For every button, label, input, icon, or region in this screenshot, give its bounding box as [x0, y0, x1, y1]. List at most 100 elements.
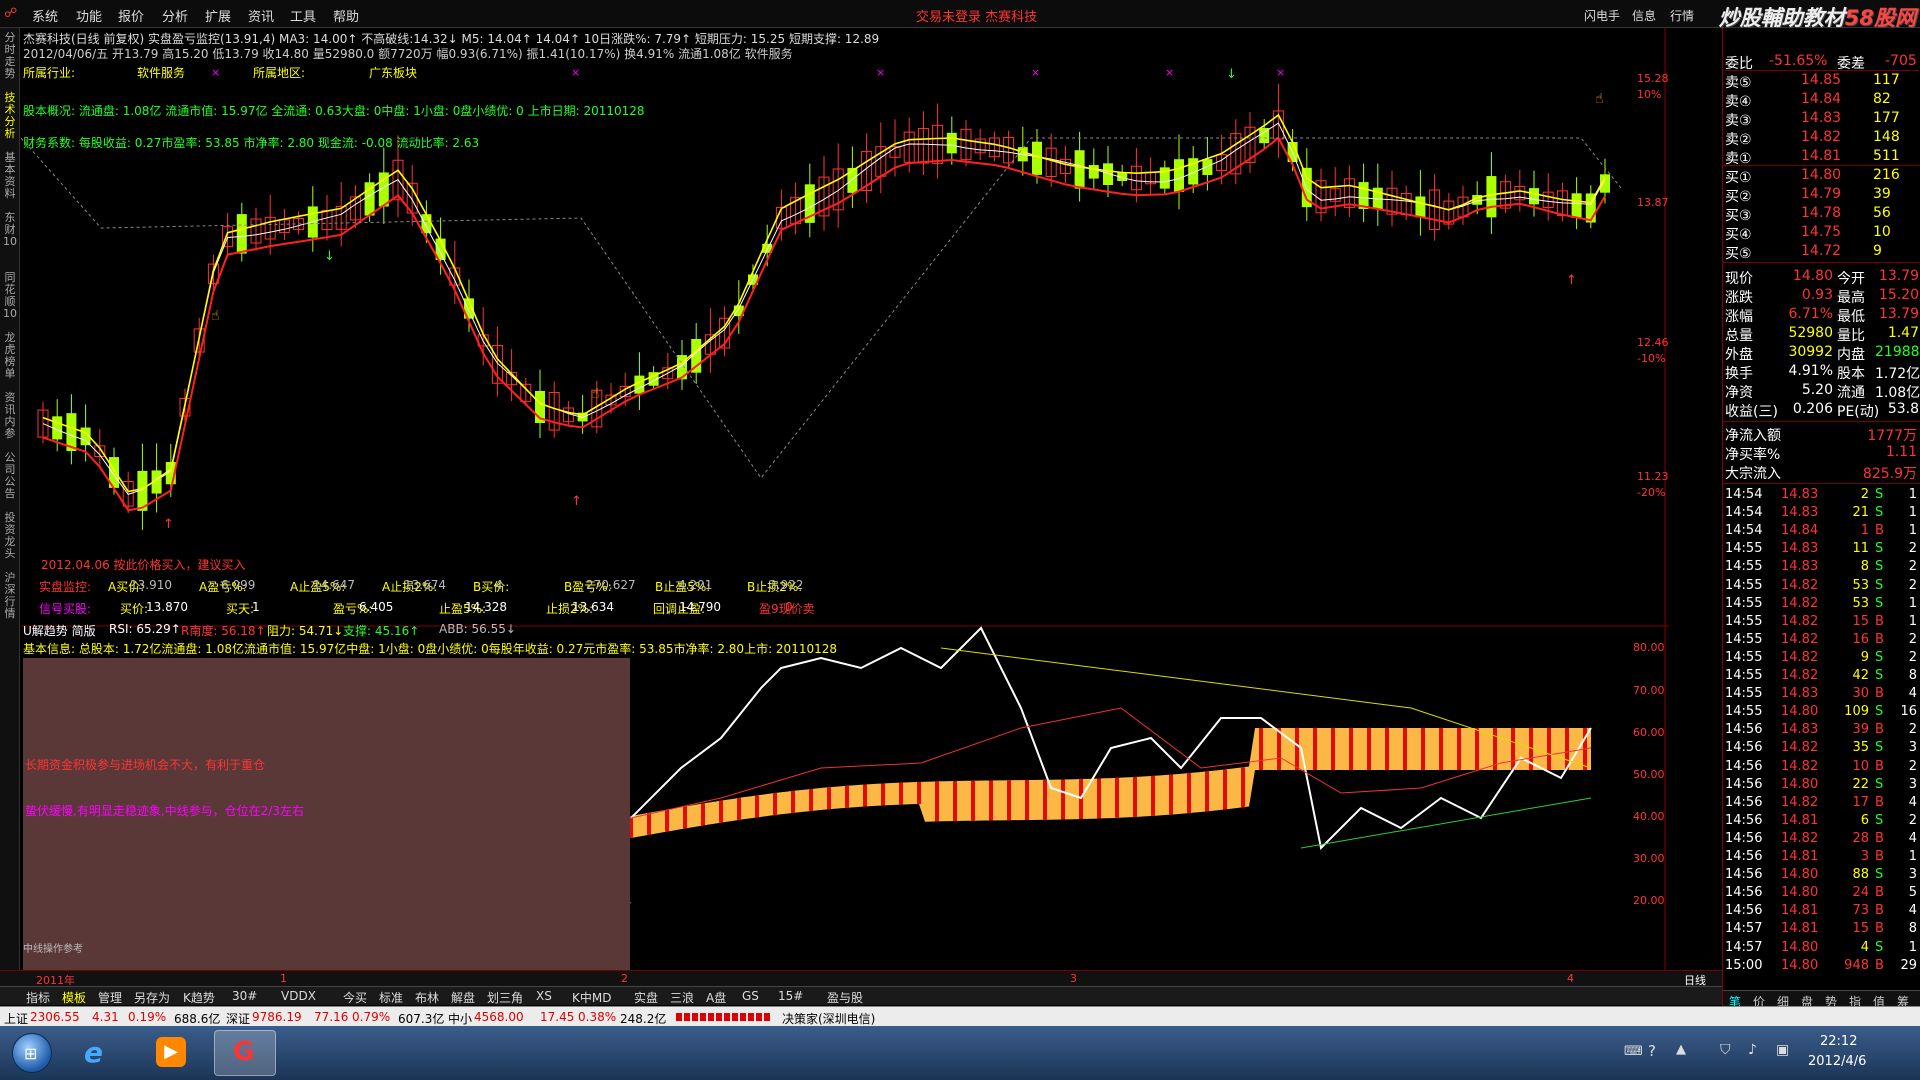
candle-down[interactable] — [236, 214, 247, 254]
start-button[interactable]: ⊞ — [12, 1033, 52, 1073]
indicator-tab[interactable]: 实盘 — [634, 989, 658, 1006]
indicator-tab[interactable]: 盈与股 — [827, 989, 863, 1006]
tick-row: 14:56 14.81 6 S 2 — [1725, 813, 1919, 831]
chart-area[interactable]: 15.28 10% 13.87 12.46 -10% 11.23 -20% 80.00 70.0… — [21, 28, 1669, 1008]
industry-value: 软件服务 — [137, 66, 186, 80]
indicator-tab[interactable]: A盘 — [706, 989, 726, 1006]
band-stripe — [1205, 771, 1209, 812]
menu-analysis[interactable]: 分析 — [162, 6, 188, 25]
tick-count: 1 — [1908, 939, 1917, 955]
candle-down[interactable] — [1032, 141, 1042, 175]
volume-icon[interactable]: ♪ — [1748, 1042, 1757, 1058]
menu-help[interactable]: 帮助 — [333, 6, 359, 25]
shield-icon[interactable]: ⛉ — [1720, 1042, 1731, 1058]
left-tab-market[interactable]: 沪深行情 — [3, 572, 17, 620]
indicator-tab[interactable]: 15# — [778, 989, 803, 1003]
info-button[interactable]: 信息 — [1632, 7, 1656, 24]
sh-pct: 0.19% — [128, 1010, 167, 1024]
tick-row: 14:56 14.82 17 B 4 — [1725, 795, 1919, 813]
sell-level[interactable]: 卖② 14.82 148 — [1725, 129, 1919, 148]
menu-function[interactable]: 功能 — [76, 6, 102, 25]
sell-level[interactable]: 卖④ 14.84 82 — [1725, 91, 1919, 110]
monitor-cell: 0 — [785, 600, 793, 614]
candle-down[interactable] — [1571, 193, 1582, 218]
tick-volume: 21 — [1852, 505, 1869, 521]
menu-news[interactable]: 资讯 — [248, 6, 274, 25]
indicator-tab[interactable]: GS — [742, 989, 759, 1003]
indicator-tab[interactable]: K中MD — [572, 989, 611, 1006]
candle-down[interactable] — [847, 167, 858, 193]
left-tab-tech[interactable]: 技术分析 — [3, 92, 17, 140]
indicator-tab[interactable]: K趋势 — [183, 989, 215, 1006]
buy-level[interactable]: 买③ 14.78 56 — [1725, 205, 1919, 224]
left-tab-notice[interactable]: 公司公告 — [3, 452, 17, 500]
band-stripe — [1313, 728, 1317, 770]
tick-count: 2 — [1908, 541, 1917, 557]
indicator-tab[interactable]: 30# — [232, 989, 257, 1003]
candle-down[interactable] — [1486, 176, 1497, 218]
tick-volume: 15 — [1852, 613, 1869, 629]
quote-button[interactable]: 行情 — [1670, 7, 1694, 24]
tick-volume: 8 — [1860, 559, 1869, 575]
menu-tools[interactable]: 工具 — [290, 6, 316, 25]
band-stripe — [935, 781, 939, 822]
media-player-icon[interactable]: ▶ — [156, 1037, 186, 1067]
sell-level[interactable]: 卖③ 14.83 177 — [1725, 110, 1919, 129]
hand-signal-icon: ☝ — [1595, 91, 1604, 107]
indicator-tab[interactable]: 三浪 — [670, 989, 694, 1006]
sell-level[interactable]: 卖⑤ 14.85 117 — [1725, 72, 1919, 91]
indicator-tab[interactable]: 另存为 — [134, 989, 170, 1006]
indicator-tab[interactable]: 管理 — [98, 989, 122, 1006]
buy-level[interactable]: 买⑤ 14.72 9 — [1725, 243, 1919, 262]
left-tab-ths10[interactable]: 同花顺10 — [3, 272, 17, 320]
indicator-tab[interactable]: 今买 — [343, 989, 367, 1006]
buy-level[interactable]: 买④ 14.75 10 — [1725, 224, 1919, 243]
menu-system[interactable]: 系统 — [32, 6, 58, 25]
candle-down[interactable] — [1415, 196, 1426, 218]
candle-down[interactable] — [946, 132, 957, 154]
tick-price: 14.81 — [1781, 921, 1819, 937]
candle-down[interactable] — [1074, 150, 1085, 189]
sell-level[interactable]: 卖① 14.81 511 — [1725, 148, 1919, 167]
clock-date[interactable]: 2012/4/6 — [1808, 1054, 1866, 1069]
tick-volume: 3 — [1860, 849, 1869, 864]
indicator-tab[interactable]: 模板 — [62, 989, 86, 1006]
left-tab-basic[interactable]: 基本资料 — [3, 152, 17, 200]
stock-app-task[interactable]: G — [214, 1030, 276, 1076]
menu-bar: ☍ 系统 功能 报价 分析 扩展 资讯 工具 帮助 交易未登录 杰赛科技 闪电手… — [0, 0, 1920, 30]
menu-quote[interactable]: 报价 — [118, 6, 144, 25]
indicator-tab[interactable]: 指标 — [26, 989, 50, 1006]
menu-extend[interactable]: 扩展 — [205, 6, 231, 25]
candle-down[interactable] — [1202, 159, 1213, 176]
ie-icon[interactable]: e — [84, 1036, 120, 1070]
flash-trade-button[interactable]: 闪电手 — [1584, 7, 1620, 24]
left-tab-leader[interactable]: 投资龙头 — [3, 512, 17, 560]
tray-expand-icon[interactable]: ▲ — [1676, 1042, 1686, 1057]
help-icon[interactable]: ? — [1648, 1042, 1656, 1060]
left-tab-lhb[interactable]: 龙虎榜单 — [3, 332, 17, 380]
region-label: 所属地区: — [253, 66, 306, 80]
left-tab-dc10[interactable]: 东财10 — [3, 212, 17, 248]
server-name[interactable]: 决策家(深圳电信) — [782, 1010, 875, 1027]
candle-down[interactable] — [1174, 159, 1184, 192]
app-logo-icon[interactable]: ☍ — [4, 6, 17, 21]
buy-level[interactable]: 买② 14.79 39 — [1725, 186, 1919, 205]
indicator-tab[interactable]: 解盘 — [451, 989, 475, 1006]
candle-down[interactable] — [1529, 188, 1539, 205]
tick-count: 16 — [1900, 704, 1917, 720]
indicator-tab[interactable]: 划三角 — [487, 989, 523, 1006]
candle-down[interactable] — [1088, 165, 1099, 179]
indicator-tab[interactable]: 布林 — [415, 989, 439, 1006]
keyboard-icon[interactable]: ⌨ — [1624, 1044, 1643, 1059]
left-tab-timeshare[interactable]: 分时走势 — [3, 32, 17, 80]
level-label: 买④ — [1725, 227, 1752, 243]
buy-level[interactable]: 买① 14.80 216 — [1725, 167, 1919, 186]
indicator-tab[interactable]: VDDX — [281, 989, 316, 1003]
indicator-tab[interactable]: 标准 — [379, 989, 403, 1006]
clock-time[interactable]: 22:12 — [1820, 1034, 1857, 1049]
left-tab-neican[interactable]: 资讯内参 — [3, 392, 17, 440]
zx-amount: 248.2亿 — [620, 1012, 667, 1026]
indicator-tab[interactable]: XS — [536, 989, 552, 1003]
indicator-axis-label: 20.00 — [1633, 894, 1665, 907]
network-icon[interactable]: ▣ — [1776, 1042, 1789, 1058]
